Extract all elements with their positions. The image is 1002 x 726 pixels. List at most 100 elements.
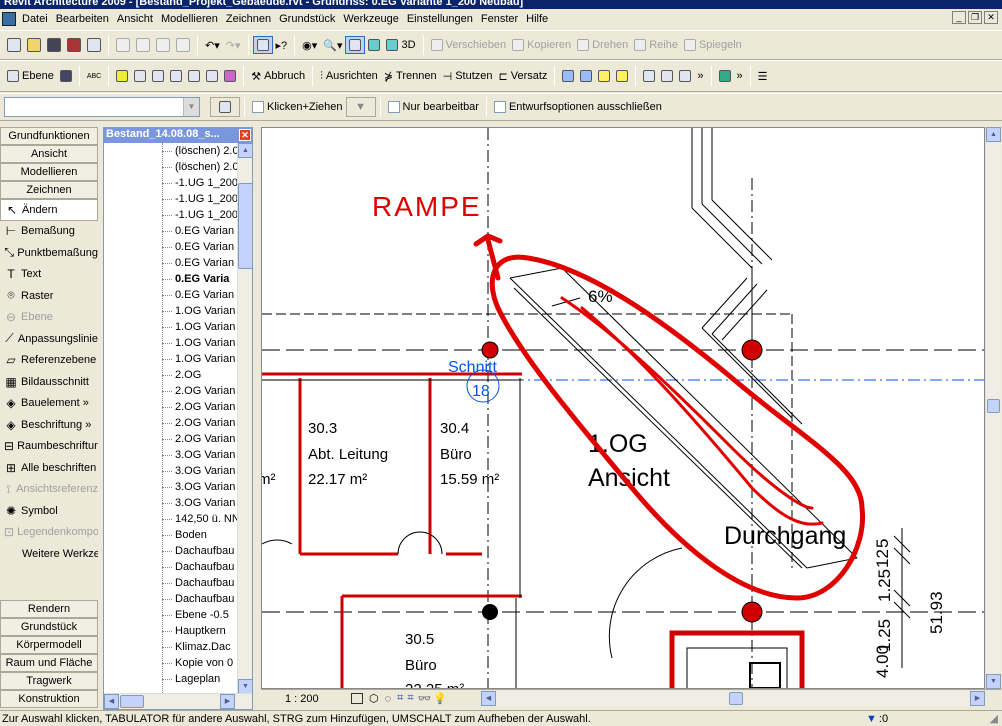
room-number[interactable]: 30.5 (405, 631, 434, 648)
properties-button[interactable] (210, 97, 240, 117)
tab-tragwerk[interactable]: Tragwerk (0, 672, 98, 690)
scroll-up-icon[interactable]: ▲ (986, 127, 1001, 142)
reveal-hidden-icon[interactable]: 💡 (433, 692, 447, 705)
room-area[interactable]: 15.59 m² (440, 471, 499, 488)
browser-view-item[interactable]: 0.EG Varian (104, 239, 238, 255)
scroll-down-icon[interactable]: ▼ (238, 679, 253, 694)
scroll-left-icon[interactable]: ◀ (481, 691, 496, 706)
browser-view-item[interactable]: -1.UG 1_200 (104, 191, 238, 207)
pin-icon[interactable] (676, 67, 694, 85)
scroll-up-icon[interactable]: ▲ (238, 143, 253, 158)
type-selector-dropdown[interactable]: ▼ (4, 97, 200, 117)
thin-lines-icon[interactable] (345, 36, 366, 54)
browser-view-item[interactable]: 1.OG Varian (104, 351, 238, 367)
nur-bearbeitbar-checkbox[interactable]: Nur bearbeitbar (385, 98, 482, 116)
copy-clipboard-icon[interactable] (559, 67, 577, 85)
view-scale[interactable]: 1 : 200 (285, 693, 341, 705)
host-icon[interactable] (658, 67, 676, 85)
dimension-text[interactable]: 1.25 (875, 569, 894, 602)
passage-label[interactable]: Durchgang (724, 522, 846, 550)
design-tool-8[interactable]: ▦ Bildausschnitt (0, 371, 98, 393)
design-tool-12[interactable]: ⊞ Alle beschriften (0, 457, 98, 479)
stutzen-button[interactable]: ⊣ Stutzen (440, 67, 496, 85)
design-tool-15[interactable]: ⊡Legendenkomponente (0, 522, 98, 544)
app-menu-icon[interactable] (2, 12, 16, 26)
render-icon[interactable] (716, 67, 734, 85)
browser-vertical-scrollbar[interactable]: ▲ ▼ (237, 143, 253, 694)
browser-view-item[interactable]: 0.EG Varian (104, 223, 238, 239)
reihe-button[interactable]: Reihe (631, 36, 681, 54)
browser-view-item[interactable]: (löschen) 2.0 (104, 143, 238, 159)
design-tool-6[interactable]: ⟋ Anpassungslinie (0, 328, 98, 350)
ebene-button[interactable]: Ebene (4, 67, 57, 85)
design-tool-9[interactable]: ◈ Bauelement » (0, 393, 98, 415)
verschieben-button[interactable]: Verschieben (428, 36, 510, 54)
redo-icon[interactable]: ↷▾ (223, 36, 244, 54)
ungroup-icon[interactable] (613, 67, 631, 85)
zoom-icon[interactable]: 🔍▾ (320, 36, 345, 54)
tab-ansicht[interactable]: Ansicht (0, 145, 98, 163)
join-icon[interactable] (149, 67, 167, 85)
open-icon[interactable] (24, 36, 44, 54)
browser-view-item[interactable]: 3.OG Varian (104, 463, 238, 479)
drehen-button[interactable]: Drehen (574, 36, 631, 54)
section-label[interactable]: Schnitt (448, 359, 497, 376)
view-horizontal-scrollbar[interactable]: ◀ ▶ (481, 691, 985, 706)
paint-icon[interactable] (185, 67, 203, 85)
browser-view-item[interactable]: Klimaz.Dac (104, 639, 238, 655)
browser-view-item[interactable]: -1.UG 1_200 (104, 175, 238, 191)
browser-view-item[interactable]: Boden (104, 527, 238, 543)
view-scroll-thumb[interactable] (987, 399, 1000, 413)
create-group-icon[interactable] (595, 67, 613, 85)
room-area[interactable]: 22.17 m² (308, 471, 367, 488)
pipette-icon[interactable] (131, 67, 149, 85)
default-3d-view-icon[interactable] (365, 36, 383, 54)
tab-zeichnen[interactable]: Zeichnen (0, 181, 98, 199)
tab-grundstueck[interactable]: Grundstück (0, 618, 98, 636)
browser-view-item[interactable]: 142,50 ü. NN (104, 511, 238, 527)
undo-icon[interactable]: ↶▾ (202, 36, 223, 54)
browser-view-item[interactable]: 3.OG Varian (104, 495, 238, 511)
design-tool-5[interactable]: ⊖ Ebene (0, 307, 98, 329)
browser-view-item[interactable]: 2.OG Varian (104, 383, 238, 399)
modify-icon[interactable] (252, 36, 273, 54)
section-number[interactable]: 18 (472, 383, 490, 400)
measure-icon[interactable] (113, 67, 131, 85)
browser-view-item[interactable]: 0.EG Varian (104, 287, 238, 303)
dimension-text[interactable]: 51.93 (927, 591, 946, 634)
design-tool-0[interactable]: ↖ Ändern (0, 199, 98, 221)
menu-einstellungen[interactable]: Einstellungen (403, 13, 477, 25)
dimension-text[interactable]: 4.00 (873, 645, 892, 678)
design-tool-10[interactable]: ◈ Beschriftung » (0, 414, 98, 436)
spiegeln-button[interactable]: Spiegeln (681, 36, 745, 54)
save-to-central-icon[interactable] (64, 36, 84, 54)
crop-view-icon[interactable]: ⌗ (397, 692, 403, 705)
cut-geometry-icon[interactable] (221, 67, 239, 85)
crop-region-icon[interactable]: ⌗ (407, 692, 413, 705)
menu-bearbeiten[interactable]: Bearbeiten (52, 13, 113, 25)
room-number[interactable]: 30.3 (308, 420, 337, 437)
browser-view-item[interactable]: Dachaufbau (104, 591, 238, 607)
klicken-ziehen-checkbox[interactable]: Klicken+Ziehen (249, 98, 346, 116)
abbruch-button[interactable]: ⚒ Abbruch (248, 67, 308, 85)
cut-icon[interactable] (113, 36, 133, 54)
close-icon[interactable]: ✕ (239, 129, 251, 141)
new-icon[interactable] (4, 36, 24, 54)
chevron-down-icon[interactable]: ▼ (183, 98, 199, 116)
browser-view-item[interactable]: 3.OG Varian (104, 479, 238, 495)
resize-grip-icon[interactable]: ◢ (990, 712, 998, 725)
dimension-text[interactable]: 12 (873, 549, 892, 568)
browser-view-item[interactable]: 1.OG Varian (104, 335, 238, 351)
ausrichten-button[interactable]: ⫶ Ausrichten (317, 67, 381, 85)
tab-grundfunktionen[interactable]: Grundfunktionen (0, 127, 98, 145)
list-icon[interactable]: ☰ (755, 67, 771, 85)
browser-view-item[interactable]: 1.OG Varian (104, 303, 238, 319)
versatz-button[interactable]: ⊏ Versatz (496, 67, 551, 85)
rampe-annotation[interactable]: RAMPE (372, 191, 482, 222)
tab-koerpermodell[interactable]: Körpermodell (0, 636, 98, 654)
browser-view-item[interactable]: 2.OG Varian (104, 399, 238, 415)
3d-view-icon[interactable]: 3D (383, 36, 418, 54)
browser-view-item[interactable]: 2.OG Varian (104, 431, 238, 447)
design-tool-2[interactable]: ⤡ Punktbemaßung (0, 242, 98, 264)
hatch-icon[interactable] (57, 67, 75, 85)
